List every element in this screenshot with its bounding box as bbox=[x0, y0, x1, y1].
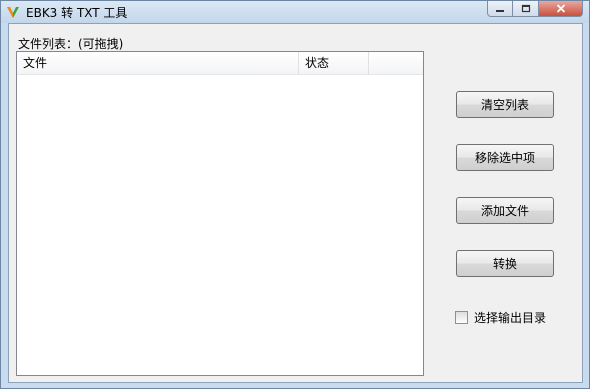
maximize-icon bbox=[521, 2, 531, 16]
main-window: EBK3 转 TXT 工具 文件列表：(可拖拽) 文件 状态 清空列表 移除选中… bbox=[0, 0, 590, 389]
minimize-button[interactable] bbox=[487, 1, 513, 17]
file-list-body[interactable] bbox=[17, 75, 423, 375]
column-header-status[interactable]: 状态 bbox=[299, 52, 369, 75]
app-logo-icon bbox=[5, 4, 21, 20]
file-list-label: 文件列表：(可拖拽) bbox=[18, 37, 124, 51]
column-header-file[interactable]: 文件 bbox=[17, 52, 299, 75]
close-button[interactable] bbox=[539, 1, 583, 17]
maximize-button[interactable] bbox=[513, 1, 539, 17]
remove-selected-button[interactable]: 移除选中项 bbox=[456, 144, 554, 171]
convert-button[interactable]: 转换 bbox=[456, 250, 554, 277]
window-title: EBK3 转 TXT 工具 bbox=[26, 6, 128, 20]
close-icon bbox=[556, 2, 566, 16]
file-list-view[interactable]: 文件 状态 bbox=[16, 51, 424, 376]
caption-buttons bbox=[487, 1, 583, 17]
clear-list-button[interactable]: 清空列表 bbox=[456, 91, 554, 118]
add-file-button[interactable]: 添加文件 bbox=[456, 197, 554, 224]
title-bar[interactable]: EBK3 转 TXT 工具 bbox=[1, 1, 589, 23]
minimize-icon bbox=[495, 2, 505, 16]
choose-output-dir-option[interactable]: 选择输出目录 bbox=[455, 309, 546, 326]
client-area: 文件列表：(可拖拽) 文件 状态 清空列表 移除选中项 添加文件 转换 选择输出… bbox=[8, 23, 583, 383]
choose-output-dir-label: 选择输出目录 bbox=[474, 311, 547, 325]
choose-output-dir-checkbox[interactable] bbox=[455, 311, 468, 324]
file-list-header: 文件 状态 bbox=[17, 52, 423, 75]
